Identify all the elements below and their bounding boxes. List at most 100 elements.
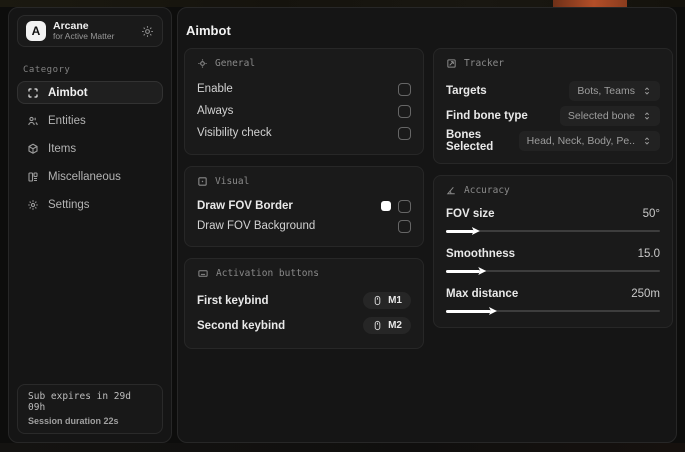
sidebar-item-miscellaneous[interactable]: Miscellaneous: [17, 165, 163, 188]
tracker-card: Tracker Targets Bots, Teams Find bone ty…: [433, 48, 673, 164]
find-bone-type-dropdown[interactable]: Selected bone: [559, 105, 660, 126]
setting-row-find-bone-type: Find bone type Selected bone: [446, 103, 660, 128]
setting-row-targets: Targets Bots, Teams: [446, 78, 660, 103]
slider-group-fov-size: FOV size 50°: [446, 205, 660, 235]
keybind-value: M1: [388, 295, 402, 306]
second-keybind-button[interactable]: M2: [363, 317, 411, 334]
app-header-card: A Arcane for Active Matter: [17, 15, 163, 47]
sidebar-item-label: Settings: [48, 198, 90, 211]
slider-group-smoothness: Smoothness 15.0: [446, 245, 660, 275]
expand-icon: [644, 86, 650, 95]
setting-label: Bones Selected: [446, 128, 494, 153]
draw-fov-border-checkbox[interactable]: [398, 199, 411, 213]
category-label: Category: [23, 65, 71, 75]
gear-icon: [27, 199, 39, 211]
setting-label: Smoothness: [446, 248, 516, 260]
setting-row-draw-fov-background: Draw FOV Background: [197, 216, 411, 236]
gear-icon[interactable]: [141, 25, 154, 38]
max-distance-slider[interactable]: [446, 307, 660, 315]
sidebar-nav: Aimbot Entities Items Miscellaneous Sett…: [17, 81, 163, 216]
accuracy-card: Accuracy FOV size 50° Smoothness 15.0 Ma…: [433, 175, 673, 328]
slider-value: 250m: [631, 288, 660, 300]
keyboard-icon: [197, 268, 209, 279]
setting-label: Second keybind: [197, 319, 286, 332]
mouse-icon: [374, 295, 381, 306]
visibility-check-checkbox[interactable]: [398, 126, 411, 140]
setting-label: Draw FOV Background: [197, 220, 316, 232]
sidebar-item-label: Entities: [48, 114, 86, 127]
activation-header: Activation buttons: [197, 268, 411, 279]
expand-icon: [644, 111, 650, 120]
sidebar-item-label: Items: [48, 142, 77, 155]
game-background-top: [0, 0, 685, 7]
setting-label: Max distance: [446, 288, 519, 300]
setting-row-enable: Enable: [197, 78, 411, 100]
main-panel: Aimbot General Enable Always Visibility …: [177, 7, 677, 443]
visual-header: Visual: [197, 176, 411, 187]
right-column: Tracker Targets Bots, Teams Find bone ty…: [433, 48, 673, 328]
expand-icon: [644, 136, 650, 145]
sidebar-item-aimbot[interactable]: Aimbot: [17, 81, 163, 104]
setting-label: Enable: [197, 83, 233, 95]
app-subtitle: for Active Matter: [53, 31, 115, 42]
slider-fill: [446, 309, 491, 313]
sidebar-item-label: Aimbot: [48, 86, 88, 99]
setting-label: Draw FOV Border: [197, 200, 293, 212]
session-duration-text: Session duration 22s: [28, 416, 119, 426]
slider-value: 50°: [642, 208, 660, 220]
setting-label: Always: [197, 105, 234, 117]
frame-icon: [197, 176, 208, 187]
fov-border-color-swatch[interactable]: [381, 201, 391, 211]
setting-label: First keybind: [197, 294, 269, 307]
left-column: General Enable Always Visibility check V…: [184, 48, 424, 349]
page-title: Aimbot: [186, 23, 231, 38]
accuracy-header: Accuracy: [446, 185, 660, 196]
fov-size-slider[interactable]: [446, 227, 660, 235]
panels-icon: [27, 171, 39, 183]
game-background-bottom: [0, 443, 685, 452]
dropdown-value: Selected bone: [567, 109, 635, 122]
setting-row-bones-selected: Bones Selected Head, Neck, Body, Pe..: [446, 128, 660, 153]
slider-group-max-distance: Max distance 250m: [446, 285, 660, 315]
radar-icon: [446, 58, 457, 69]
dropdown-value: Bots, Teams: [577, 84, 635, 97]
bones-selected-dropdown[interactable]: Head, Neck, Body, Pe..: [518, 130, 660, 151]
slider-value: 15.0: [637, 248, 660, 260]
setting-row-visibility-check: Visibility check: [197, 122, 411, 144]
setting-row-draw-fov-border: Draw FOV Border: [197, 196, 411, 216]
sidebar: A Arcane for Active Matter Category Aimb…: [8, 7, 172, 443]
smoothness-slider[interactable]: [446, 267, 660, 275]
slider-fill: [446, 269, 481, 273]
subscription-info-card: Sub expires in 29d 09h Session duration …: [17, 384, 163, 434]
targets-dropdown[interactable]: Bots, Teams: [569, 80, 660, 101]
enable-checkbox[interactable]: [398, 82, 411, 96]
focus-icon: [197, 58, 208, 69]
sidebar-item-items[interactable]: Items: [17, 137, 163, 160]
setting-label: Visibility check: [197, 127, 272, 139]
keybind-value: M2: [388, 320, 402, 331]
setting-row-second-keybind: Second keybind M2: [197, 313, 411, 338]
app-logo: A: [26, 21, 46, 41]
setting-row-first-keybind: First keybind M1: [197, 288, 411, 313]
first-keybind-button[interactable]: M1: [363, 292, 411, 309]
sidebar-item-entities[interactable]: Entities: [17, 109, 163, 132]
activation-buttons-card: Activation buttons First keybind M1 Seco…: [184, 258, 424, 349]
crosshair-scan-icon: [27, 87, 39, 99]
game-background-orange-patch: [553, 0, 627, 7]
setting-row-always: Always: [197, 100, 411, 122]
setting-label: FOV size: [446, 208, 495, 220]
app-title-block: Arcane for Active Matter: [53, 20, 134, 42]
dropdown-value: Head, Neck, Body, Pe..: [526, 134, 635, 147]
draw-fov-background-checkbox[interactable]: [398, 219, 411, 233]
visual-card: Visual Draw FOV Border Draw FOV Backgrou…: [184, 166, 424, 247]
always-checkbox[interactable]: [398, 104, 411, 118]
setting-label: Targets: [446, 84, 487, 97]
sidebar-item-label: Miscellaneous: [48, 170, 121, 183]
sidebar-item-settings[interactable]: Settings: [17, 193, 163, 216]
angle-icon: [446, 185, 457, 196]
entities-icon: [27, 115, 39, 127]
sub-expires-text: Sub expires in 29d 09h: [28, 391, 131, 413]
setting-label: Find bone type: [446, 109, 528, 122]
cube-icon: [27, 143, 39, 155]
slider-fill: [446, 229, 474, 233]
